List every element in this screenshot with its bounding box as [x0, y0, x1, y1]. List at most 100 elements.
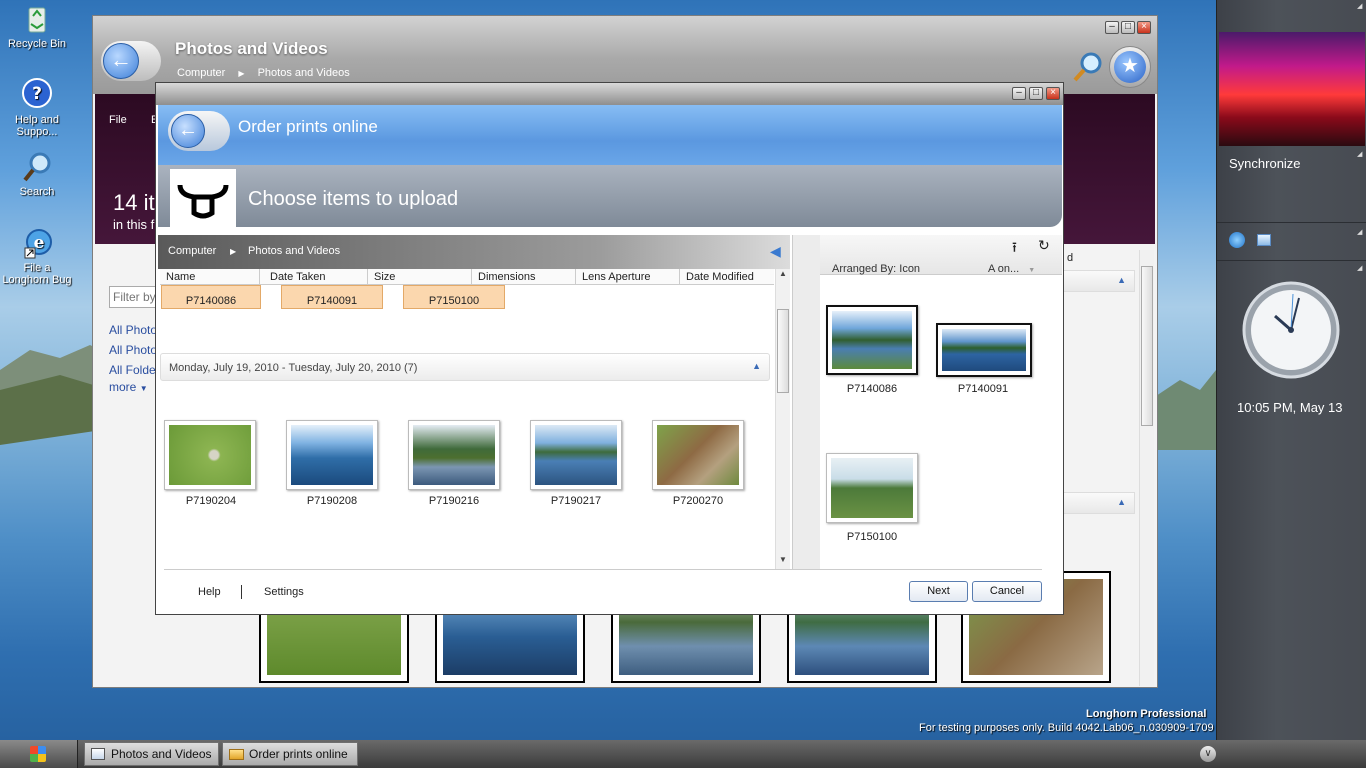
col-size[interactable]: Size — [368, 269, 472, 285]
collapse-icon[interactable]: ▲ — [1117, 275, 1126, 285]
selected-item-label: P7140086 — [185, 295, 237, 307]
col-lens-aperture[interactable]: Lens Aperture — [576, 269, 680, 285]
watermark-edition: Longhorn Professional — [1086, 708, 1207, 720]
thumb-label: P7200270 — [672, 495, 724, 507]
upload-thumb-p7140091[interactable] — [936, 323, 1032, 377]
thumb-image — [831, 458, 913, 518]
maximize-button[interactable]: □ — [1029, 87, 1043, 100]
favorites-button[interactable]: ★ — [1109, 46, 1151, 88]
thumb-image — [535, 425, 617, 485]
breadcrumb: Computer ▶ Photos and Videos — [177, 67, 350, 79]
thumb-p7190217[interactable] — [530, 420, 622, 490]
bg-scrollbar[interactable] — [1139, 250, 1154, 686]
tile-menu-icon[interactable]: ◢ — [1357, 264, 1362, 272]
sort-dropdown[interactable]: A on... ▼ — [988, 263, 1035, 275]
taskbar-order-prints[interactable]: Order prints online — [222, 742, 358, 766]
messenger-tray-icon[interactable] — [1257, 234, 1271, 246]
chevron-double-down-icon: ∨ — [1204, 748, 1212, 759]
bg-maximize-button[interactable]: □ — [1121, 21, 1135, 34]
thumb-p7190216[interactable] — [408, 420, 500, 490]
synchronize-label[interactable]: Synchronize — [1229, 156, 1301, 171]
search-button[interactable] — [1071, 50, 1105, 84]
link-more-label: more — [109, 380, 137, 394]
next-button[interactable]: Next — [909, 581, 968, 602]
dialog-back-button[interactable]: ← — [168, 111, 230, 151]
thumb-p7190208[interactable] — [286, 420, 378, 490]
bg-close-button[interactable]: × — [1137, 21, 1151, 34]
scroll-thumb[interactable] — [1141, 266, 1153, 426]
sidebar: ◢ Synchronize ◢ ◢ ◢ 10:05 PM, May 13 — [1216, 0, 1366, 740]
item-count-sub: in this f — [113, 217, 155, 232]
cancel-button[interactable]: Cancel — [972, 581, 1042, 602]
back-button[interactable]: ← — [101, 41, 161, 81]
taskbar-photos-label: Photos and Videos — [111, 747, 212, 761]
thumb-label: P7190208 — [306, 495, 358, 507]
recycle-bin-label: Recycle Bin — [7, 38, 67, 50]
tile-menu-icon[interactable]: ◢ — [1357, 150, 1362, 158]
divider — [1217, 222, 1366, 223]
help-support-icon[interactable]: ? Help and Suppo... — [0, 78, 74, 138]
group-header[interactable]: Monday, July 19, 2010 - Tuesday, July 20… — [160, 353, 770, 381]
col-date-modified[interactable]: Date Modified — [680, 269, 774, 285]
back-arrow-icon: ← — [103, 43, 139, 79]
scroll-up-icon[interactable]: ▲ — [776, 269, 790, 283]
col-dimensions[interactable]: Dimensions — [472, 269, 576, 285]
breadcrumb-separator-icon: ▶ — [238, 69, 245, 78]
menu-file[interactable]: File — [109, 114, 127, 126]
scroll-down-icon[interactable]: ▼ — [776, 555, 790, 569]
selected-item-3[interactable]: P7150100 — [403, 285, 505, 309]
photos-app-icon — [91, 748, 105, 760]
group-label: Monday, July 19, 2010 - Tuesday, July 20… — [169, 362, 418, 374]
thumb-image — [942, 329, 1026, 371]
address-photos[interactable]: Photos and Videos — [248, 245, 340, 257]
address-computer[interactable]: Computer — [168, 245, 216, 257]
item-count: 14 it — [113, 190, 155, 215]
start-button[interactable] — [0, 740, 78, 768]
ie-shortcut-icon: e — [20, 226, 54, 260]
address-separator-icon: ▶ — [230, 247, 237, 256]
collapse-icon[interactable]: ▲ — [752, 361, 761, 371]
bull-logo-icon — [177, 184, 229, 219]
ie-tray-icon[interactable] — [1229, 232, 1245, 248]
left-scrollbar[interactable]: ▲ ▼ — [775, 269, 790, 569]
upload-icon[interactable]: ⭱ — [1012, 237, 1017, 261]
scroll-thumb[interactable] — [777, 309, 789, 393]
thumb-p7200270[interactable] — [652, 420, 744, 490]
link-all-photos-1[interactable]: All Photo — [109, 320, 157, 340]
recycle-bin-icon[interactable]: Recycle Bin — [0, 2, 74, 50]
bg-minimize-button[interactable]: – — [1105, 21, 1119, 34]
breadcrumb-photos[interactable]: Photos and Videos — [258, 67, 350, 79]
close-button[interactable]: × — [1046, 87, 1060, 100]
show-more-button[interactable]: ∨ — [1200, 746, 1216, 762]
pane-arrow-icon[interactable]: ◀ — [770, 243, 781, 260]
column-headers: Name Date Taken Size Dimensions Lens Ape… — [160, 269, 774, 285]
col-date-taken[interactable]: Date Taken — [264, 269, 368, 285]
selected-item-2[interactable]: P7140091 — [281, 285, 383, 309]
thumb-image — [291, 425, 373, 485]
group-header-1: ▲ — [1063, 270, 1135, 292]
link-all-photos-2[interactable]: All Photo — [109, 340, 157, 360]
slideshow-tile[interactable] — [1219, 32, 1365, 146]
help-link[interactable]: Help — [198, 586, 221, 598]
right-panel-divider — [792, 235, 820, 569]
selected-item-label: P7150100 — [428, 295, 480, 307]
minimize-button[interactable]: – — [1012, 87, 1026, 100]
upload-thumb-p7140086[interactable] — [826, 305, 918, 375]
breadcrumb-computer[interactable]: Computer — [177, 67, 225, 79]
col-name[interactable]: Name — [160, 269, 260, 285]
tile-menu-icon[interactable]: ◢ — [1357, 2, 1362, 10]
tile-menu-icon[interactable]: ◢ — [1357, 228, 1362, 236]
search-desktop-icon[interactable]: Search — [0, 150, 74, 198]
upload-thumb-label: P7150100 — [846, 531, 898, 543]
settings-link[interactable]: Settings — [264, 586, 304, 598]
selected-item-1[interactable]: P7140086 — [161, 285, 261, 309]
file-bug-icon[interactable]: e File a Longhorn Bug — [0, 226, 74, 286]
collapse-icon[interactable]: ▲ — [1117, 497, 1126, 507]
upload-thumb-p7150100[interactable] — [826, 453, 918, 523]
thumb-label: P7190204 — [185, 495, 237, 507]
rotate-icon[interactable]: ↻ — [1038, 237, 1050, 254]
thumb-p7190204[interactable] — [164, 420, 256, 490]
link-more[interactable]: more ▼ — [109, 377, 157, 399]
taskbar-photos-videos[interactable]: Photos and Videos — [84, 742, 219, 766]
arranged-by-label[interactable]: Arranged By: Icon — [832, 263, 920, 275]
